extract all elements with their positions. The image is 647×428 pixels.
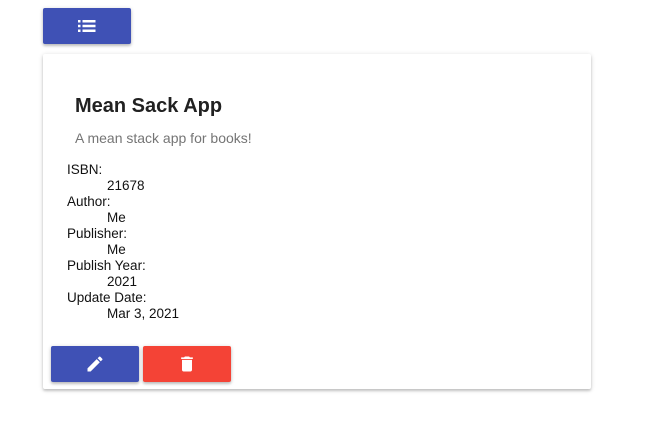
publisher-value: Me [107,242,126,257]
edit-button[interactable] [51,346,139,382]
delete-button[interactable] [143,346,231,382]
isbn-label: ISBN: [67,162,103,177]
pencil-icon [87,356,103,372]
book-subtitle: A mean stack app for books! [75,130,252,146]
book-card: Mean Sack App A mean stack app for books… [43,54,591,389]
isbn-value: 21678 [107,178,145,193]
book-list-button[interactable] [43,8,131,44]
update-date-label: Update Date: [67,290,147,305]
book-details: ISBN: 21678 Author: Me Publisher: Me Pub… [67,162,179,322]
book-title: Mean Sack App [75,95,223,117]
trash-icon [181,356,193,372]
list-icon [78,20,96,32]
author-label: Author: [67,194,111,209]
publish-year-value: 2021 [107,274,138,289]
update-date-value: Mar 3, 2021 [107,306,180,321]
publish-year-label: Publish Year: [67,258,146,273]
page: Mean Sack App A mean stack app for books… [0,0,647,428]
author-value: Me [107,210,126,225]
publisher-label: Publisher: [67,226,128,241]
